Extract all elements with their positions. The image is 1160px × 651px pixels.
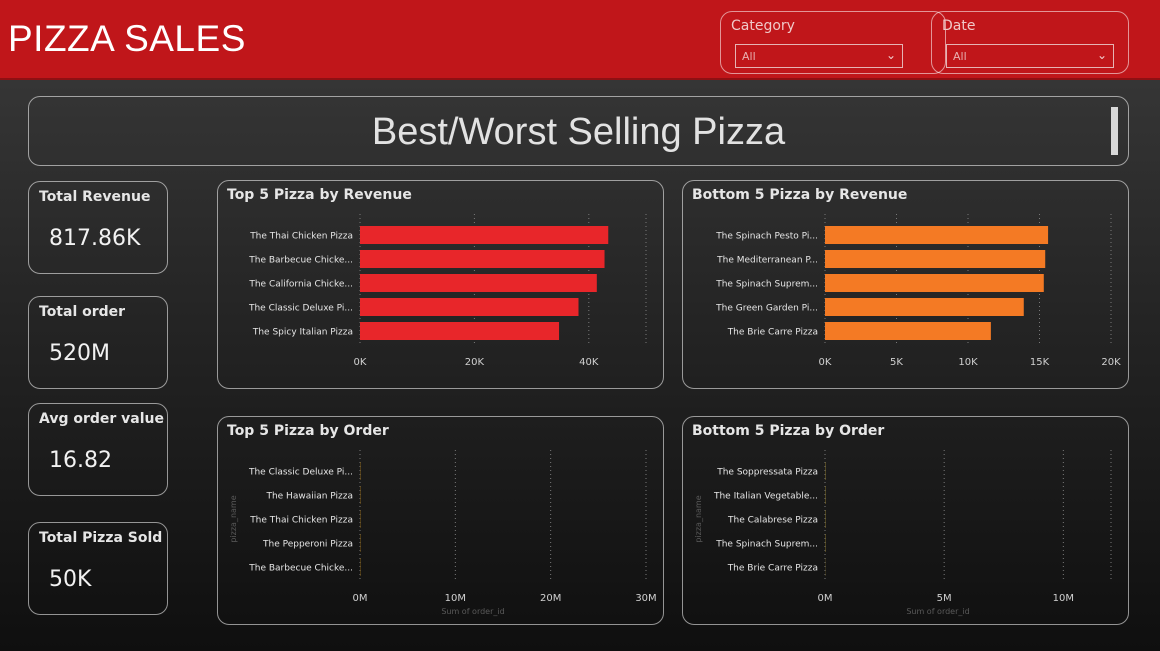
bar[interactable] [825,322,991,340]
y-axis-title: pizza_name [694,495,703,542]
chart-top-revenue: 0K 20K 40K The Thai Chicken Pizza The Barbec… [248,214,647,368]
kpi-label: Avg order value [39,411,165,427]
category-label: The Classic Deluxe Pi... [248,468,353,478]
category-label: The Thai Chicken Pizza [249,232,353,242]
category-dropdown[interactable]: All ⌄ [735,44,903,68]
category-label: The Spicy Italian Pizza [252,328,353,338]
category-dropdown-value: All [742,50,756,63]
category-label: The Barbecue Chicke... [248,564,353,574]
x-tick-label: 0K [819,357,832,368]
category-slicer-label: Category [731,18,795,34]
x-axis-title: Sum of order_id [906,607,969,616]
category-label: The Italian Vegetable... [713,492,818,502]
page-banner: Best/Worst Selling Pizza [28,96,1129,166]
x-tick-label: 15K [1030,357,1050,368]
date-slicer-label: Date [942,18,976,34]
x-tick-label: 10K [958,357,978,368]
header-bar: PIZZA SALES Category All ⌄ Date All ⌄ [0,0,1160,80]
date-dropdown-value: All [953,50,967,63]
x-tick-label: 5K [890,357,903,368]
kpi-value: 520M [49,341,110,366]
category-label: The Mediterranean P... [716,256,818,266]
category-label: The Soppressata Pizza [716,468,818,478]
category-label: The Spinach Pesto Pi... [715,232,818,242]
chevron-down-icon: ⌄ [885,48,896,62]
kpi-card-total-pizza-sold[interactable]: Total Pizza Sold 50K [28,522,168,615]
date-dropdown[interactable]: All ⌄ [946,44,1114,68]
kpi-card-total-order[interactable]: Total order 520M [28,296,168,389]
category-label: The Brie Carre Pizza [727,328,818,338]
x-tick-label: 20M [540,593,561,604]
kpi-card-total-revenue[interactable]: Total Revenue 817.86K [28,181,168,274]
page-title: Best/Worst Selling Pizza [371,111,786,153]
chart-card-top-revenue[interactable]: Top 5 Pizza by Revenue 0K 20K 40K The Thai … [217,180,664,389]
kpi-label: Total Pizza Sold [39,530,163,546]
x-tick-label: 5M [937,593,952,604]
bar[interactable] [360,250,605,268]
x-tick-label: 20K [1101,357,1121,368]
category-label: The Hawaiian Pizza [265,492,353,502]
kpi-label: Total order [39,304,126,320]
banner-accent-bar [1111,107,1118,155]
chart-bottom-order: 0M 5M 10M The Soppressata Pizza The Italian … [694,450,1112,616]
category-label: The Brie Carre Pizza [727,564,818,574]
bar[interactable] [360,226,609,244]
category-label: The Calabrese Pizza [727,516,818,526]
bar[interactable] [360,274,597,292]
chevron-down-icon: ⌄ [1096,48,1107,62]
kpi-value: 16.82 [49,448,112,473]
x-tick-label: 30M [635,593,656,604]
category-label: The Green Garden Pi... [715,304,818,314]
bar[interactable] [360,322,560,340]
y-axis-title: pizza_name [229,495,238,542]
category-label: The Pepperoni Pizza [262,540,353,550]
category-label: The Thai Chicken Pizza [249,516,353,526]
x-tick-label: 20K [465,357,485,368]
chart-top-order: 0M 10M 20M 30M The Classic Deluxe Pi... The H… [229,450,657,616]
x-axis-title: Sum of order_id [441,607,504,616]
kpi-card-avg-order-value[interactable]: Avg order value 16.82 [28,403,168,496]
category-label: The Classic Deluxe Pi... [248,304,353,314]
bar[interactable] [825,274,1044,292]
chart-card-top-order[interactable]: Top 5 Pizza by Order 0M 10M 20M 30M The Clas… [217,416,664,625]
kpi-value: 50K [49,567,92,592]
bar[interactable] [360,298,579,316]
category-slicer: Category All ⌄ [720,11,946,74]
app-title: PIZZA SALES [8,18,246,59]
category-label: The Spinach Suprem... [715,280,818,290]
bar[interactable] [825,226,1049,244]
chart-bottom-revenue: 0K 5K 10K 15K 20K The Spinach Pesto Pi... The … [715,214,1121,368]
x-tick-label: 10M [1053,593,1074,604]
x-tick-label: 10M [445,593,466,604]
kpi-label: Total Revenue [39,189,151,205]
category-label: The California Chicke... [248,280,353,290]
x-tick-label: 0M [818,593,833,604]
category-label: The Spinach Suprem... [715,540,818,550]
x-tick-label: 0K [354,357,367,368]
kpi-value: 817.86K [49,226,141,251]
x-tick-label: 0M [353,593,368,604]
chart-card-bottom-order[interactable]: Bottom 5 Pizza by Order 0M 5M 10M The Soppr… [682,416,1129,625]
x-tick-label: 40K [579,357,599,368]
date-slicer: Date All ⌄ [931,11,1129,74]
bar[interactable] [825,298,1024,316]
chart-card-bottom-revenue[interactable]: Bottom 5 Pizza by Revenue 0K 5K 10K 15K 20K T… [682,180,1129,389]
category-label: The Barbecue Chicke... [248,256,353,266]
bar[interactable] [825,250,1046,268]
